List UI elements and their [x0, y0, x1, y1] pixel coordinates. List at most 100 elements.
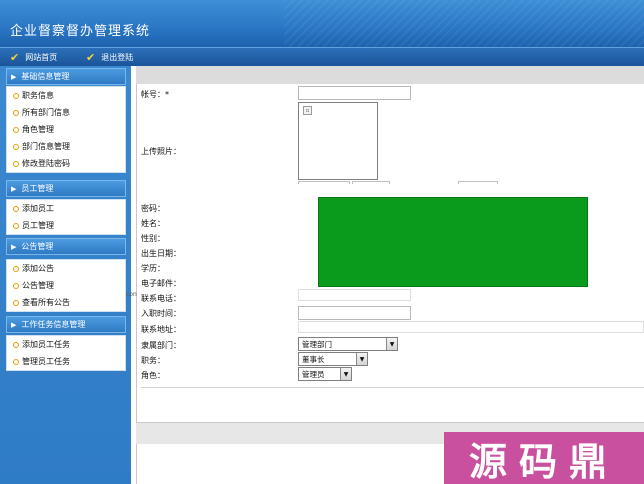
gender-label: 性别： — [141, 234, 165, 243]
triangle-right-icon: ▶ — [11, 320, 17, 329]
sidebar-item-label: 管理员工任务 — [22, 357, 70, 366]
phone-input[interactable] — [298, 289, 411, 301]
chevron-down-icon[interactable]: ▼ — [386, 338, 397, 350]
photo-preview[interactable]: ▫ — [298, 102, 378, 180]
role-select[interactable]: 管理员 ▼ — [298, 367, 352, 381]
photo-label: 上传照片： — [141, 147, 181, 156]
bullet-ring-icon — [13, 143, 19, 150]
phone-label: 联系电话： — [141, 294, 181, 303]
account-label: 帐号：* — [141, 90, 169, 99]
sidebar-group-work-task-items: 添加员工任务 管理员工任务 — [6, 335, 126, 371]
photo-browse-button[interactable] — [352, 181, 390, 184]
role-label: 角色： — [141, 371, 165, 380]
bullet-ring-icon — [13, 160, 19, 167]
sidebar-group-basic-info-items: 职务信息 所有部门信息 角色管理 部门信息管理 修改登陆密码 — [6, 86, 126, 173]
sidebar-item-label: 所有部门信息 — [22, 108, 70, 117]
chevron-down-icon[interactable]: ▼ — [340, 368, 351, 380]
email-label: 电子邮件： — [141, 279, 181, 288]
address-label: 联系地址： — [141, 325, 181, 334]
sidebar-item-role-management[interactable]: 角色管理 — [7, 121, 125, 138]
bullet-ring-icon — [13, 222, 19, 229]
sidebar-item-label: 角色管理 — [22, 125, 54, 134]
home-link[interactable]: ✔ 网站首页 — [10, 51, 57, 64]
sidebar-item-label: 部门信息管理 — [22, 142, 70, 151]
sidebar-group-label: 工作任务信息管理 — [21, 320, 86, 329]
logout-link[interactable]: ✔ 退出登陆 — [86, 51, 133, 64]
address-input[interactable] — [298, 321, 644, 333]
sidebar-item-add-employee[interactable]: 添加员工 — [7, 200, 125, 217]
sidebar-item-employee-management[interactable]: 员工管理 — [7, 217, 125, 234]
sidebar-group-notice[interactable]: ▶ 公告管理 — [6, 238, 126, 255]
sidebar-item-label: 查看所有公告 — [22, 298, 70, 307]
bullet-ring-icon — [13, 92, 19, 99]
sidebar-item-label: 职务信息 — [22, 91, 54, 100]
department-select[interactable]: 管理部门 ▼ — [298, 337, 398, 351]
sidebar-item-add-employee-task[interactable]: 添加员工任务 — [7, 336, 125, 353]
photo-path-input[interactable] — [298, 181, 350, 184]
top-toolbar: ✔ 网站首页 ✔ 退出登陆 — [0, 47, 644, 66]
bullet-ring-icon — [13, 265, 19, 272]
education-label: 学历： — [141, 264, 165, 273]
sidebar-item-department-management[interactable]: 部门信息管理 — [7, 138, 125, 155]
sidebar-item-add-notice[interactable]: 添加公告 — [7, 260, 125, 277]
triangle-right-icon: ▶ — [11, 242, 17, 251]
sidebar-item-label: 添加员工任务 — [22, 340, 70, 349]
triangle-right-icon: ▶ — [11, 184, 17, 193]
bullet-ring-icon — [13, 341, 19, 348]
logout-link-label: 退出登陆 — [101, 53, 134, 62]
sidebar-item-label: 公告管理 — [22, 281, 54, 290]
birth-date-label: 出生日期： — [141, 249, 181, 258]
sidebar-group-employee[interactable]: ▶ 员工管理 — [6, 180, 126, 197]
form-divider — [141, 387, 644, 388]
position-label: 职务： — [141, 356, 165, 365]
sidebar-item-label: 员工管理 — [22, 221, 54, 230]
bullet-ring-icon — [13, 299, 19, 306]
sidebar-group-notice-items: 添加公告 公告管理 查看所有公告 — [6, 259, 126, 312]
sidebar-group-label: 公告管理 — [21, 242, 54, 251]
sidebar-item-position-info[interactable]: 职务信息 — [7, 87, 125, 104]
triangle-right-icon: ▶ — [11, 72, 17, 81]
role-select-value: 管理员 — [302, 369, 325, 379]
hire-date-label: 入职时间： — [141, 309, 181, 318]
sidebar-item-notice-management[interactable]: 公告管理 — [7, 277, 125, 294]
sidebar: ▶ 基础信息管理 职务信息 所有部门信息 角色管理 部门信息管理 修改登陆密码 … — [0, 66, 131, 484]
checkmark-icon: ✔ — [10, 51, 20, 64]
photo-upload-button[interactable] — [458, 181, 498, 184]
app-header: 企业督察督办管理系统 — [0, 0, 644, 47]
sidebar-item-change-password[interactable]: 修改登陆密码 — [7, 155, 125, 172]
sidebar-group-employee-items: 添加员工 员工管理 — [6, 199, 126, 235]
position-select-value: 董事长 — [302, 354, 325, 364]
home-link-label: 网站首页 — [25, 53, 58, 62]
broken-image-icon: ▫ — [303, 106, 312, 115]
department-select-value: 管理部门 — [302, 339, 332, 349]
sidebar-item-manage-employee-task[interactable]: 管理员工任务 — [7, 353, 125, 370]
position-select[interactable]: 董事长 ▼ — [298, 352, 368, 366]
sidebar-item-label: 添加公告 — [22, 264, 54, 273]
bullet-ring-icon — [13, 205, 19, 212]
password-label: 密码： — [141, 204, 165, 213]
checkmark-icon: ✔ — [86, 51, 96, 64]
bullet-ring-icon — [13, 282, 19, 289]
chevron-down-icon[interactable]: ▼ — [356, 353, 367, 365]
sidebar-group-label: 基础信息管理 — [21, 72, 70, 81]
sidebar-item-label: 修改登陆密码 — [22, 159, 70, 168]
sidebar-item-label: 添加员工 — [22, 204, 54, 213]
bullet-ring-icon — [13, 109, 19, 116]
app-title: 企业督察督办管理系统 — [10, 24, 151, 39]
main-top-bar — [136, 66, 644, 84]
sidebar-item-all-departments[interactable]: 所有部门信息 — [7, 104, 125, 121]
header-pattern — [284, 0, 644, 47]
bullet-ring-icon — [13, 358, 19, 365]
department-label: 隶属部门： — [141, 341, 181, 350]
name-label: 姓名： — [141, 219, 165, 228]
green-overlay-block — [318, 197, 588, 287]
account-input[interactable] — [298, 86, 411, 100]
sidebar-group-label: 员工管理 — [21, 184, 54, 193]
hire-date-input[interactable] — [298, 306, 411, 320]
bullet-ring-icon — [13, 126, 19, 133]
sidebar-group-work-task[interactable]: ▶ 工作任务信息管理 — [6, 316, 126, 333]
sidebar-group-basic-info[interactable]: ▶ 基础信息管理 — [6, 68, 126, 85]
sidebar-item-view-all-notices[interactable]: 查看所有公告 — [7, 294, 125, 311]
side-note: con — [126, 291, 137, 298]
watermark: 源码鼎 — [444, 432, 644, 484]
